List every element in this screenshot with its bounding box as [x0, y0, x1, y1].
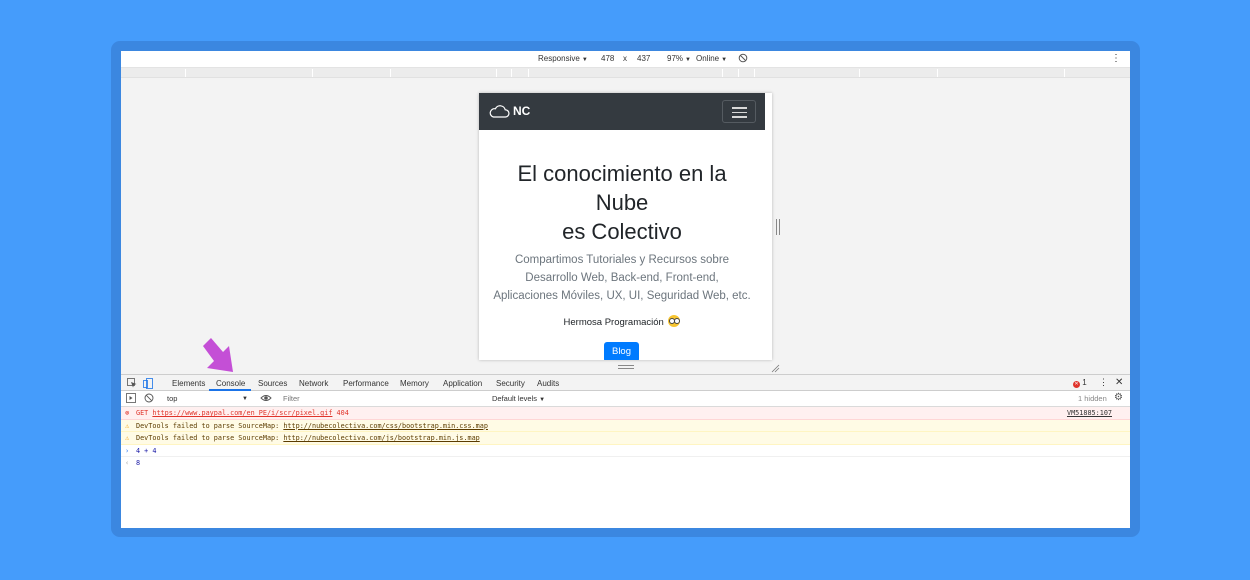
- tab-sources[interactable]: Sources: [258, 379, 287, 388]
- clear-console-icon[interactable]: [144, 393, 154, 405]
- console-warning-message: ⚠ DevTools failed to parse SourceMap: ht…: [121, 432, 1130, 445]
- result-arrow-icon: ‹: [125, 459, 130, 467]
- hero-title-line: es Colectivo: [562, 219, 682, 244]
- hero-lead: Compartimos Tutoriales y Recursos sobre …: [479, 251, 765, 305]
- sourcemap-link[interactable]: http://nubecolectiva.com/css/bootstrap.m…: [283, 422, 488, 430]
- device-toolbar: Responsive ▼ 478 x 437 97% ▼ Online ▼ ⋮: [121, 51, 1130, 68]
- tab-security[interactable]: Security: [496, 379, 525, 388]
- error-counter[interactable]: ✕ 1: [1073, 378, 1087, 388]
- tab-elements[interactable]: Elements: [172, 379, 205, 388]
- device-toggle-icon[interactable]: [143, 378, 153, 391]
- error-icon: ✕: [1073, 381, 1080, 388]
- devtools-tabbar: Elements Console Sources Network Perform…: [121, 374, 1130, 391]
- nerd-face-icon: [668, 315, 681, 327]
- filter-input[interactable]: [281, 393, 486, 405]
- error-source-link[interactable]: VM51885:107: [1067, 407, 1112, 420]
- annotation-arrow-icon: [203, 338, 233, 372]
- devtools-menu-icon[interactable]: ⋮: [1099, 377, 1108, 388]
- console-toolbar: top▼ Default levels ▼ 1 hidden ⚙: [121, 391, 1130, 407]
- sidebar-toggle-icon[interactable]: [126, 393, 136, 405]
- tab-network[interactable]: Network: [299, 379, 328, 388]
- warning-icon: ⚠: [125, 434, 130, 442]
- context-select[interactable]: top ▼: [165, 393, 251, 405]
- rotate-icon[interactable]: [738, 53, 748, 65]
- dimension-separator: x: [623, 54, 627, 63]
- navbar: NC: [479, 93, 765, 130]
- brand-link[interactable]: NC: [489, 104, 530, 118]
- zoom-select[interactable]: 97% ▼: [667, 54, 691, 63]
- tagline: Hermosa Programación: [479, 315, 765, 328]
- more-options-icon[interactable]: ⋮: [1111, 53, 1121, 64]
- tab-performance[interactable]: Performance: [343, 379, 389, 388]
- console-messages: ⊗ GET https://www.paypal.com/en_PE/i/scr…: [121, 407, 1130, 470]
- brand-text: NC: [513, 104, 531, 118]
- browser-window: Responsive ▼ 478 x 437 97% ▼ Online ▼ ⋮ NC: [121, 51, 1130, 528]
- eye-icon[interactable]: [260, 393, 272, 405]
- error-icon: ⊗: [125, 409, 130, 417]
- inspect-element-icon[interactable]: [127, 378, 137, 390]
- console-result-line: ‹ 8: [121, 457, 1130, 470]
- console-warning-message: ⚠ DevTools failed to parse SourceMap: ht…: [121, 419, 1130, 432]
- hero-title-line: El conocimiento en la: [517, 161, 727, 186]
- hero-title: El conocimiento en la Nube es Colectivo: [479, 159, 765, 246]
- prompt-chevron-icon: ›: [125, 446, 130, 455]
- lead-line: Aplicaciones Móviles, UX, UI, Seguridad …: [493, 290, 751, 302]
- throttle-select[interactable]: Online ▼: [696, 54, 727, 63]
- tab-audits[interactable]: Audits: [537, 379, 559, 388]
- viewport-height-input[interactable]: 437: [637, 54, 650, 63]
- log-levels-select[interactable]: Default levels ▼: [492, 394, 545, 403]
- height-resize-handle[interactable]: [618, 365, 634, 369]
- cloud-icon: [489, 105, 510, 118]
- error-url-link[interactable]: https://www.paypal.com/en_PE/i/scr/pixel…: [152, 409, 332, 417]
- warning-icon: ⚠: [125, 421, 130, 430]
- tab-memory[interactable]: Memory: [400, 379, 429, 388]
- hidden-count: 1 hidden: [1078, 394, 1107, 403]
- tab-console[interactable]: Console: [216, 379, 245, 388]
- lead-line: Compartimos Tutoriales y Recursos sobre: [514, 254, 730, 266]
- lead-line: Desarrollo Web, Back-end, Front-end,: [525, 272, 719, 284]
- console-error-message: ⊗ GET https://www.paypal.com/en_PE/i/scr…: [121, 407, 1130, 420]
- hero-title-line: Nube: [595, 190, 649, 215]
- navbar-toggler-button[interactable]: [722, 100, 756, 123]
- close-icon[interactable]: ✕: [1115, 377, 1123, 388]
- tab-application[interactable]: Application: [443, 379, 482, 388]
- media-query-ruler: [121, 68, 1130, 78]
- emulated-page: NC El conocimiento en la Nube es Colecti…: [479, 93, 772, 360]
- viewport-width-input[interactable]: 478: [601, 54, 614, 63]
- width-resize-handle[interactable]: [776, 219, 780, 235]
- gear-icon[interactable]: ⚙: [1114, 392, 1123, 403]
- blog-button[interactable]: Blog: [604, 342, 639, 360]
- device-mode-select[interactable]: Responsive ▼: [538, 54, 588, 63]
- tagline-text: Hermosa Programación: [563, 317, 664, 328]
- sourcemap-link[interactable]: http://nubecolectiva.com/js/bootstrap.mi…: [283, 434, 479, 442]
- console-input-line[interactable]: › 4 + 4: [121, 445, 1130, 457]
- corner-resize-icon[interactable]: [771, 360, 780, 373]
